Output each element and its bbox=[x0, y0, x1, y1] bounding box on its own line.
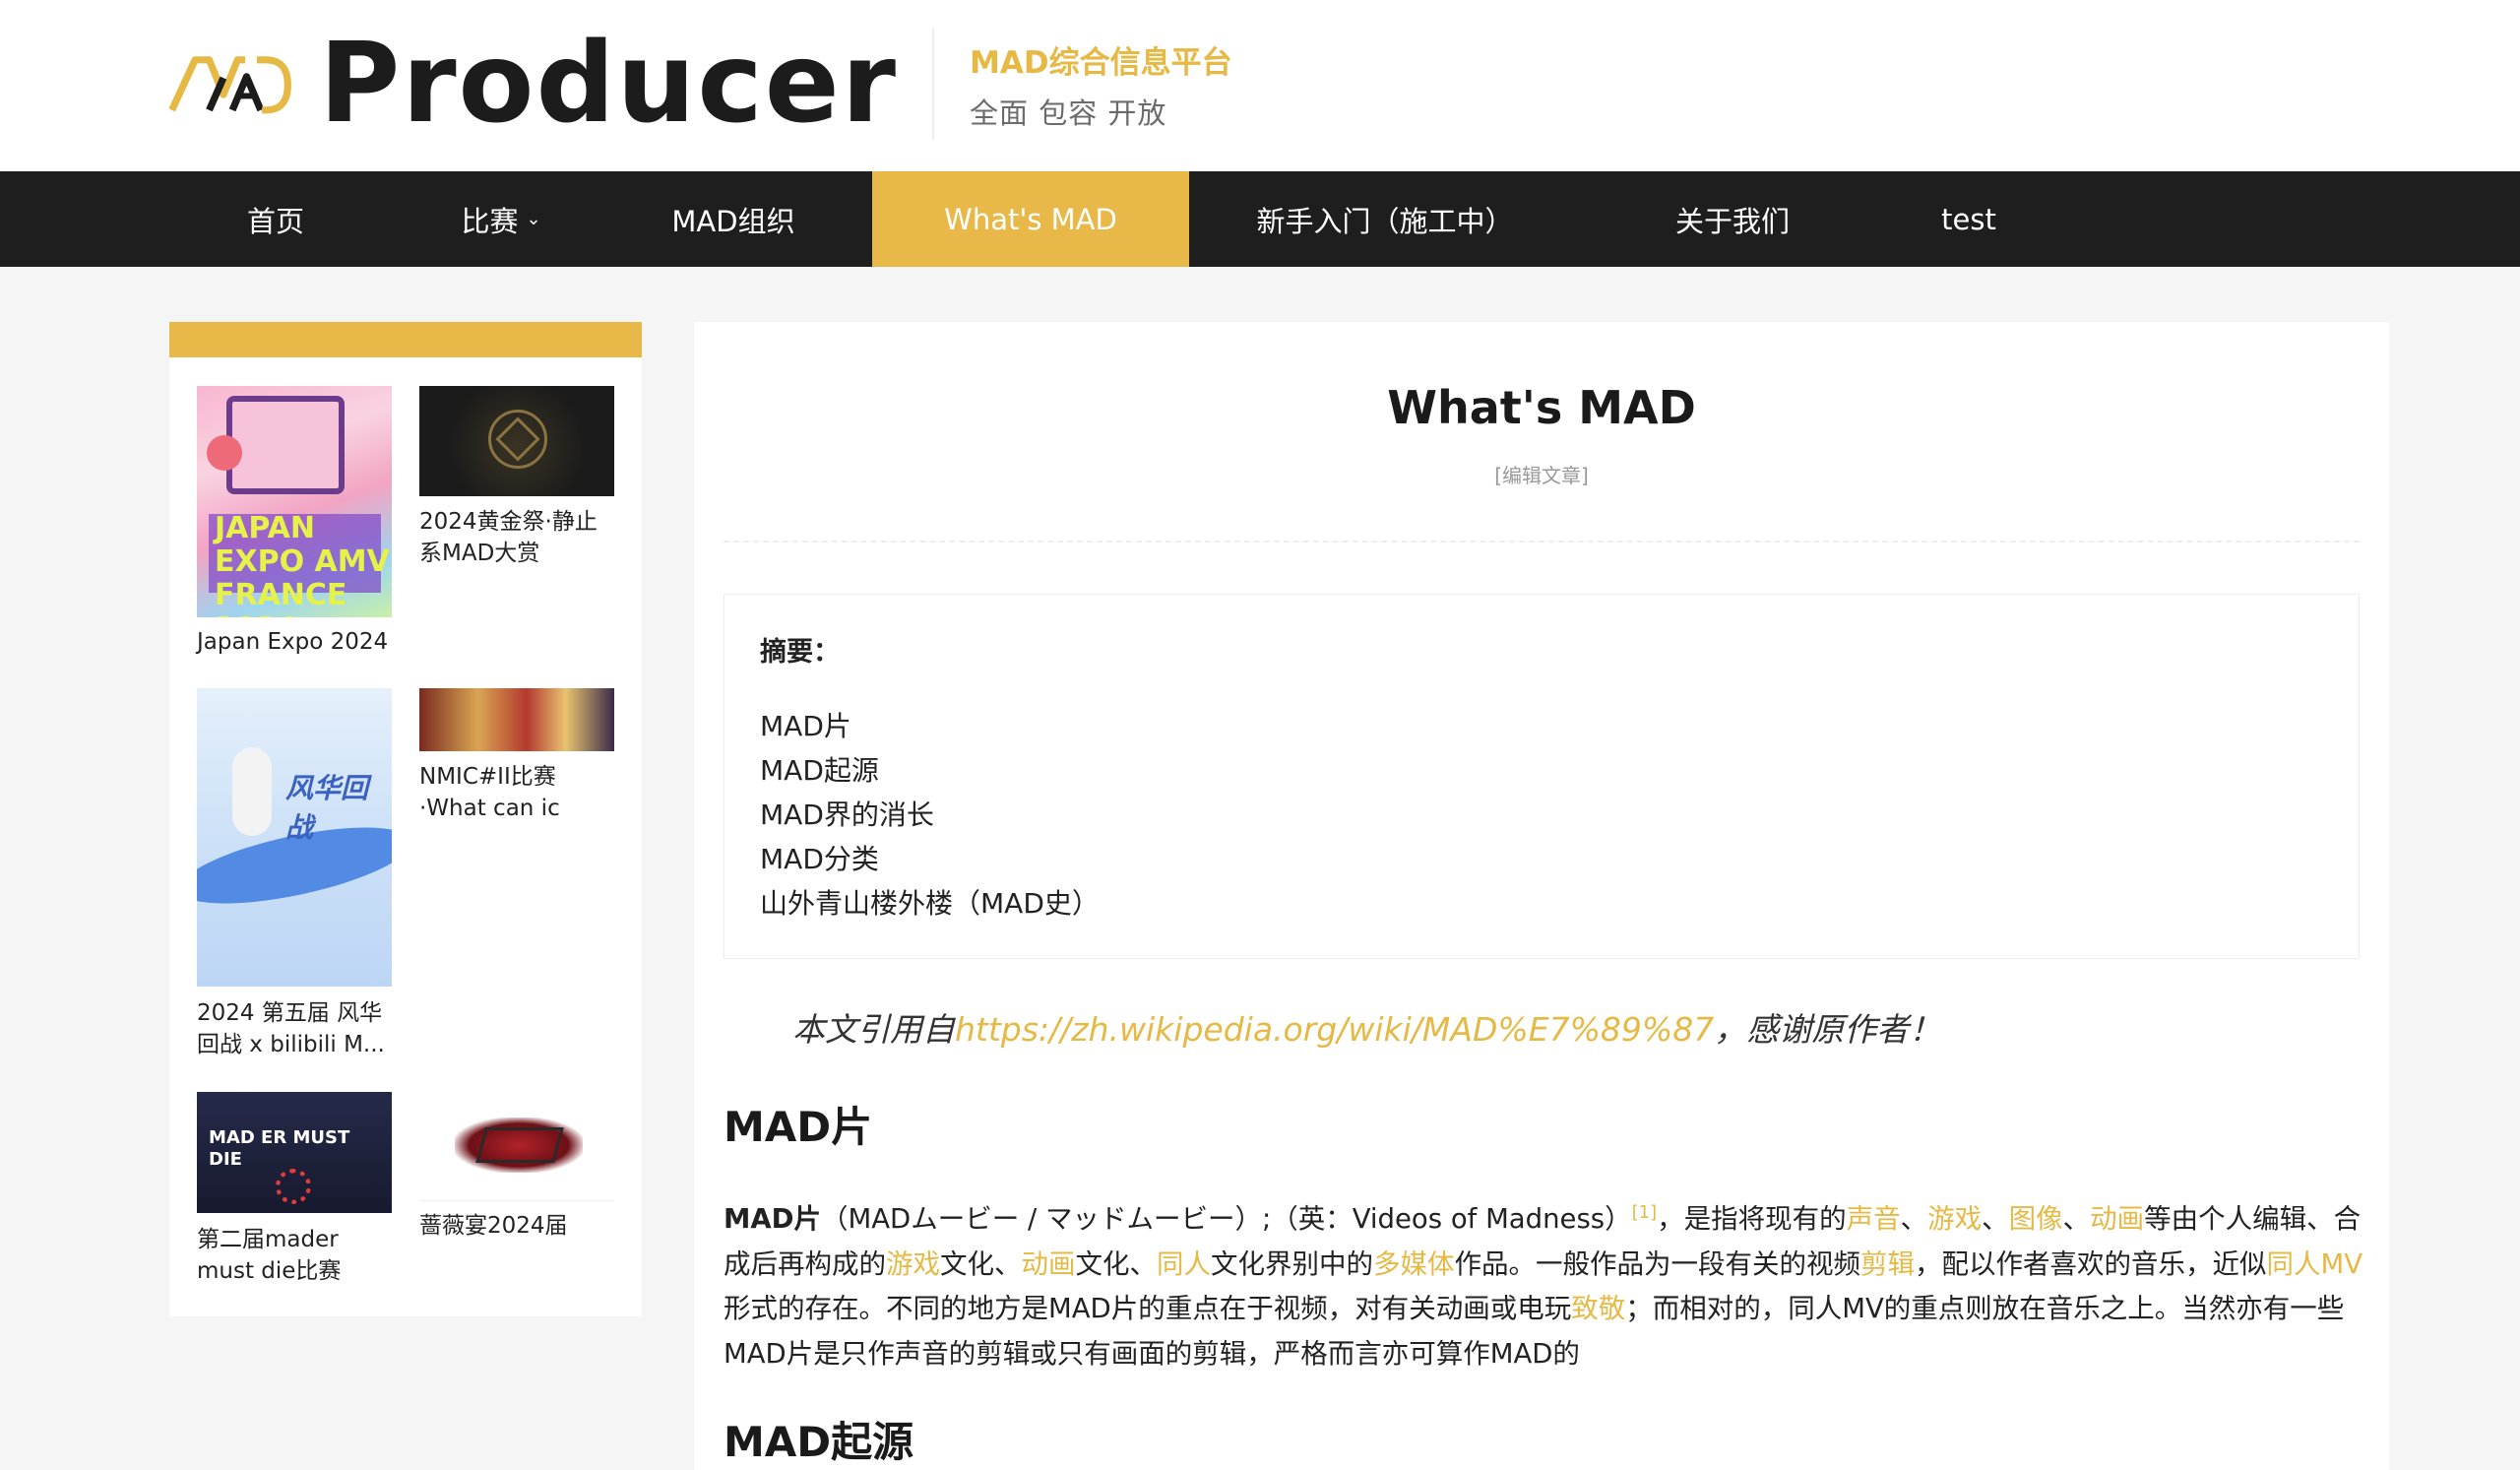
wiki-link[interactable]: 多媒体 bbox=[1373, 1248, 1455, 1280]
site-tagline: MAD综合信息平台 bbox=[970, 45, 1232, 81]
text: ，是指将现有的 bbox=[1657, 1203, 1847, 1236]
section-heading-mad: MAD片 bbox=[724, 1103, 873, 1151]
article-title: What's MAD bbox=[1387, 381, 1696, 434]
nav-item-beginner[interactable]: 新手入门（施工中） bbox=[1242, 171, 1528, 267]
nav-item-label: 首页 bbox=[246, 204, 304, 238]
toc-item-categories[interactable]: MAD分类 bbox=[760, 838, 879, 877]
text: 文化、 bbox=[1075, 1247, 1158, 1280]
text: 形式的存在。不同的地方是MAD片的重点在于视频，对有关动画或电玩 bbox=[724, 1293, 1572, 1325]
text: 文化、 bbox=[940, 1247, 1022, 1280]
contest-thumbnail bbox=[419, 688, 614, 751]
contest-card-fenghua[interactable]: 风华回战 2024 第五届 风华回战 x bilibili M... bbox=[197, 688, 392, 1082]
nav-item-label: 新手入门（施工中） bbox=[1256, 204, 1514, 238]
nav-item-label: test bbox=[1941, 202, 1996, 236]
wiki-link[interactable]: 剪辑 bbox=[1860, 1248, 1915, 1280]
site-subtagline: 全面 包容 开放 bbox=[970, 96, 1167, 130]
wiki-link[interactable]: 致敬 bbox=[1571, 1293, 1625, 1324]
thumb-text: MAD ER MUST DIE bbox=[209, 1127, 350, 1170]
nav-item-mad-orgs[interactable]: MAD组织 bbox=[650, 171, 817, 267]
text: ，配以作者喜欢的音乐，近似 bbox=[1915, 1247, 2267, 1280]
edit-article-link[interactable]: [编辑文章] bbox=[694, 460, 2389, 488]
wiki-link[interactable]: 游戏 bbox=[1927, 1203, 1982, 1235]
contest-thumbnail: MAD ER MUST DIE bbox=[197, 1092, 392, 1213]
toc-item-origin[interactable]: MAD起源 bbox=[760, 749, 879, 789]
contest-card-mader-must-die[interactable]: MAD ER MUST DIE 第二届mader must die比赛 bbox=[197, 1092, 392, 1289]
article-panel: What's MAD [编辑文章] 摘要： MAD片 MAD起源 MAD界的消长… bbox=[694, 322, 2389, 1470]
citation-prefix: 本文引用自 bbox=[792, 1010, 955, 1049]
site-logo[interactable]: Producer bbox=[169, 20, 898, 148]
wiki-link[interactable]: 声音 bbox=[1847, 1203, 1901, 1235]
wiki-link[interactable]: 游戏 bbox=[886, 1248, 940, 1280]
toc-item-history[interactable]: 山外青山楼外楼（MAD史） bbox=[760, 882, 1100, 922]
contest-thumbnail bbox=[419, 1092, 614, 1200]
thumb-text: JAPAN EXPO AMV FRANCE 2024 bbox=[215, 511, 390, 618]
table-of-contents: 摘要： MAD片 MAD起源 MAD界的消长 MAD分类 山外青山楼外楼（MAD… bbox=[724, 594, 2360, 959]
contest-card-title: 2024黄金祭·静止系MAD大赏 bbox=[419, 509, 598, 566]
contest-card-title: 2024 第五届 风华回战 x bilibili M... bbox=[197, 1000, 385, 1057]
text: 、 bbox=[1982, 1203, 2009, 1236]
sidebar-contests: JAPAN EXPO AMV FRANCE 2024 Japan Expo 20… bbox=[169, 322, 642, 1316]
contest-card-nmic[interactable]: NMIC#II比赛·What can ic bbox=[419, 688, 614, 836]
site-header: Producer MAD综合信息平台 全面 包容 开放 bbox=[0, 0, 2520, 171]
card-separator bbox=[419, 1200, 614, 1201]
term-bold: MAD片 bbox=[724, 1203, 821, 1236]
wiki-link[interactable]: 动画 bbox=[1022, 1248, 1076, 1280]
wiki-link[interactable]: 同人MV bbox=[2267, 1248, 2363, 1280]
mad-logo-mark bbox=[169, 56, 291, 114]
contest-thumbnail bbox=[419, 386, 614, 496]
contest-thumbnail: JAPAN EXPO AMV FRANCE 2024 bbox=[197, 386, 392, 617]
toc-heading: 摘要： bbox=[760, 637, 840, 668]
wiki-link[interactable]: 同人 bbox=[1157, 1248, 1211, 1280]
main-nav: 首页 比赛 ⌄ MAD组织 What's MAD 新手入门（施工中） 关于我们 … bbox=[0, 171, 2520, 267]
wiki-link[interactable]: 图像 bbox=[2009, 1203, 2063, 1235]
text: 、 bbox=[2062, 1203, 2091, 1236]
text: 、 bbox=[1900, 1203, 1928, 1236]
contest-card-golden-festival[interactable]: 2024黄金祭·静止系MAD大赏 bbox=[419, 386, 614, 583]
toc-item-mad[interactable]: MAD片 bbox=[760, 705, 851, 744]
sidebar-accent-bar bbox=[169, 322, 642, 357]
text: （MADムービー / マッドムービー）;（英：Videos of Madness… bbox=[820, 1203, 1632, 1236]
contest-card-title: 第二届mader must die比赛 bbox=[197, 1227, 342, 1284]
contest-card-title: NMIC#II比赛·What can ic bbox=[419, 764, 560, 821]
toc-item-rise-fall[interactable]: MAD界的消长 bbox=[760, 794, 934, 833]
nav-item-about[interactable]: 关于我们 bbox=[1664, 171, 1801, 267]
nav-item-contests[interactable]: 比赛 ⌄ bbox=[439, 171, 563, 267]
text: 文化界别中的 bbox=[1211, 1247, 1373, 1280]
nav-item-label: What's MAD bbox=[944, 202, 1117, 236]
thumb-text: 风华回战 bbox=[285, 772, 369, 844]
nav-item-whats-mad[interactable]: What's MAD bbox=[872, 171, 1189, 267]
nav-item-test[interactable]: test bbox=[1929, 171, 2008, 267]
nav-item-label: 关于我们 bbox=[1674, 204, 1790, 238]
text: 作品。一般作品为一段有关的视频 bbox=[1454, 1247, 1861, 1280]
contest-thumbnail: 风华回战 bbox=[197, 688, 392, 987]
contest-card-title: Japan Expo 2024 bbox=[197, 629, 389, 655]
contest-card-title: 蔷薇宴2024届 bbox=[419, 1213, 568, 1239]
nav-item-label: MAD组织 bbox=[671, 204, 795, 238]
chevron-down-icon: ⌄ bbox=[526, 209, 541, 229]
wikipedia-link[interactable]: https://zh.wikipedia.org/wiki/MAD%E7%89%… bbox=[955, 1010, 1714, 1049]
source-citation: 本文引用自https://zh.wikipedia.org/wiki/MAD%E… bbox=[792, 1003, 1941, 1051]
nav-item-home[interactable]: 首页 bbox=[211, 171, 341, 267]
title-separator bbox=[724, 541, 2360, 543]
contest-card-rose-banquet[interactable]: 蔷薇宴2024届 bbox=[419, 1092, 614, 1249]
nav-item-label: 比赛 bbox=[461, 204, 519, 238]
contest-card-japan-expo[interactable]: JAPAN EXPO AMV FRANCE 2024 Japan Expo 20… bbox=[197, 386, 392, 671]
logo-wordmark: Producer bbox=[319, 20, 898, 148]
section-heading-origin: MAD起源 bbox=[724, 1418, 914, 1466]
section-paragraph: MAD片（MADムービー / マッドムービー）;（英：Videos of Mad… bbox=[724, 1190, 2377, 1376]
citation-suffix: ，感谢原作者！ bbox=[1714, 1010, 1942, 1049]
wiki-link[interactable]: 动画 bbox=[2090, 1203, 2144, 1235]
header-divider bbox=[932, 28, 934, 140]
footnote-ref[interactable]: [1] bbox=[1632, 1202, 1658, 1223]
